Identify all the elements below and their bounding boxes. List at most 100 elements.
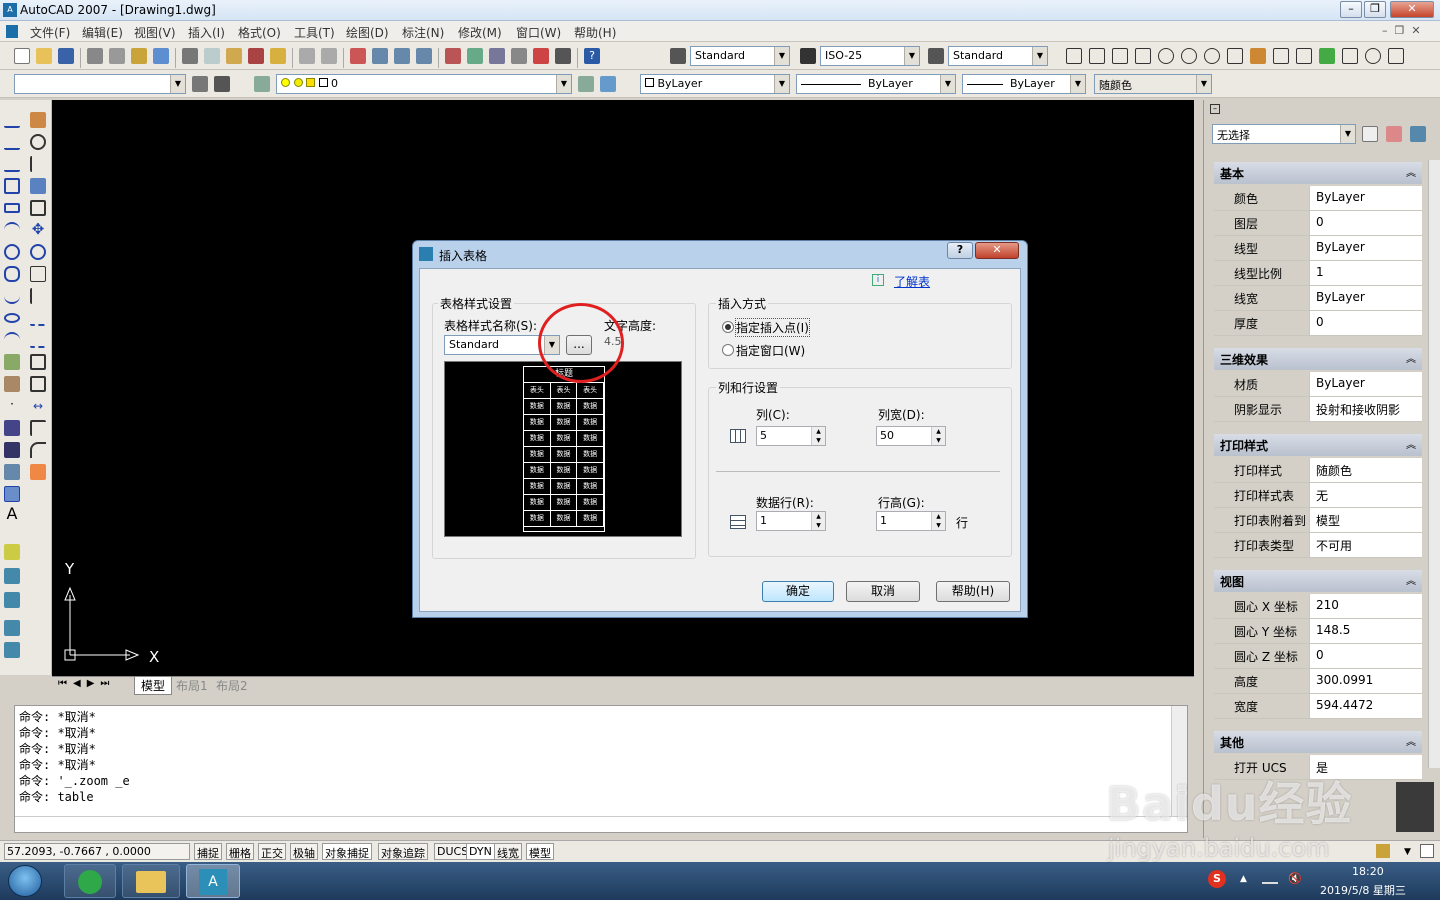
explode-icon[interactable]	[30, 464, 46, 480]
mtext-icon[interactable]: A	[4, 506, 20, 522]
menu-insert[interactable]: 插入(I)	[188, 24, 225, 41]
property-value[interactable]: ByLayer	[1310, 372, 1422, 396]
minimize-button[interactable]: –	[1340, 1, 1362, 18]
collapse-icon[interactable]: ︽	[1406, 733, 1416, 748]
lock-icon[interactable]	[1376, 844, 1390, 858]
properties-icon[interactable]	[445, 48, 461, 64]
property-row[interactable]: 线宽 ByLayer	[1214, 286, 1422, 311]
snap-toggle[interactable]: 捕捉	[194, 843, 222, 860]
property-row[interactable]: 厚度 0	[1214, 311, 1422, 336]
region-icon[interactable]	[4, 464, 20, 480]
cancel-button[interactable]: 取消	[846, 581, 920, 602]
lineweight-toggle[interactable]: 线宽	[494, 843, 522, 860]
help-icon[interactable]: ?	[584, 48, 600, 64]
erase-icon[interactable]	[30, 112, 46, 128]
restore-button[interactable]: ❐	[1364, 1, 1386, 18]
layer-current-icon[interactable]	[578, 76, 594, 92]
dim-jogged-icon[interactable]	[1181, 48, 1197, 64]
network-icon[interactable]	[1262, 872, 1278, 884]
offset-icon[interactable]	[30, 178, 46, 194]
center-mark-icon[interactable]	[1365, 48, 1381, 64]
property-row[interactable]: 打印表附着到 模型	[1214, 508, 1422, 533]
layer-manager-icon[interactable]	[254, 76, 270, 92]
polar-toggle[interactable]: 极轴	[290, 843, 318, 860]
point-icon[interactable]: ·	[4, 398, 20, 414]
insert-window-radio[interactable]	[722, 344, 734, 356]
toggle-pickadd-icon[interactable]	[1362, 126, 1378, 142]
trim-icon[interactable]	[30, 310, 46, 326]
close-button[interactable]: ✕	[1390, 1, 1434, 18]
dim-arc-icon[interactable]	[1112, 48, 1128, 64]
property-row[interactable]: 高度 300.0991	[1214, 669, 1422, 694]
tab-model[interactable]: 模型	[134, 677, 173, 695]
property-row[interactable]: 圆心 Y 坐标 148.5	[1214, 619, 1422, 644]
arc-icon[interactable]	[4, 222, 20, 238]
taskbar-app-browser[interactable]	[64, 864, 116, 898]
app-icon[interactable]: A	[3, 3, 17, 17]
matchprop-icon[interactable]	[248, 48, 264, 64]
zoom-window-icon[interactable]	[394, 48, 410, 64]
toolpalettes-icon[interactable]	[489, 48, 505, 64]
property-value[interactable]: 594.4472	[1310, 694, 1422, 718]
insert-point-label[interactable]: 指定插入点(I)	[735, 318, 810, 337]
property-value[interactable]: 0	[1310, 644, 1422, 668]
ortho-toggle[interactable]: 正交	[258, 843, 286, 860]
select-objects-icon[interactable]	[1386, 126, 1402, 142]
property-value[interactable]: 随颜色	[1310, 458, 1422, 482]
dyn-toggle[interactable]: DYN	[466, 843, 495, 860]
insert-block-icon[interactable]	[4, 354, 20, 370]
dialog-help-button[interactable]: ?	[947, 242, 973, 259]
property-row[interactable]: 宽度 594.4472	[1214, 694, 1422, 719]
list-icon[interactable]	[4, 620, 20, 636]
property-value[interactable]: 1	[1310, 261, 1422, 285]
property-value[interactable]: 210	[1310, 594, 1422, 618]
linetype-select[interactable]: ByLayer ▼	[796, 74, 956, 94]
spline-icon[interactable]	[4, 288, 20, 304]
hatch-icon[interactable]	[4, 420, 20, 436]
doc-icon[interactable]	[6, 25, 18, 38]
lineweight-select[interactable]: ByLayer ▼	[962, 74, 1086, 94]
join-icon[interactable]: ↔	[30, 398, 46, 414]
section-header[interactable]: 三维效果 ︽	[1214, 348, 1422, 370]
table-icon[interactable]	[4, 486, 20, 502]
palette-scrollbar[interactable]	[1428, 160, 1440, 768]
color-select[interactable]: ByLayer ▼	[640, 74, 790, 94]
grid-toggle[interactable]: 栅格	[226, 843, 254, 860]
insert-point-radio[interactable]	[722, 321, 734, 333]
dim-baseline-icon[interactable]	[1273, 48, 1289, 64]
clock-date[interactable]: 2019/5/8 星期三	[1320, 882, 1406, 898]
ok-button[interactable]: 确定	[762, 581, 834, 602]
break-icon[interactable]	[30, 376, 46, 392]
menu-file[interactable]: 文件(F)	[30, 24, 70, 41]
dim-style-select[interactable]: ISO-25 ▼	[820, 46, 920, 66]
collapse-icon[interactable]: ︽	[1406, 350, 1416, 365]
columns-spinner[interactable]: 5 ▲ ▼	[756, 426, 826, 446]
table-style-select[interactable]: Standard ▼	[948, 46, 1048, 66]
property-value[interactable]: 0	[1310, 311, 1422, 335]
make-block-icon[interactable]	[4, 376, 20, 392]
row-height-spinner[interactable]: 1 ▲ ▼	[876, 511, 946, 531]
text-style-icon[interactable]	[670, 48, 686, 64]
learn-table-link[interactable]: 了解表	[894, 273, 930, 290]
palette-close-icon[interactable]: –	[1210, 104, 1220, 114]
move-icon[interactable]: ✥	[30, 222, 46, 238]
menu-modify[interactable]: 修改(M)	[458, 24, 502, 41]
mirror-icon[interactable]	[30, 156, 46, 172]
tray-expand-icon[interactable]: ▲	[1240, 874, 1247, 884]
3dprint-icon[interactable]	[153, 48, 169, 64]
property-row[interactable]: 材质 ByLayer	[1214, 372, 1422, 397]
property-value[interactable]: 投射和接收阴影	[1310, 397, 1422, 421]
save-icon[interactable]	[58, 48, 74, 64]
stretch-icon[interactable]	[30, 288, 46, 304]
break-point-icon[interactable]	[30, 354, 46, 370]
open-icon[interactable]	[36, 48, 52, 64]
preview-icon[interactable]	[109, 48, 125, 64]
property-value[interactable]: 148.5	[1310, 619, 1422, 643]
property-row[interactable]: 打印样式表无	[1214, 483, 1422, 508]
collapse-icon[interactable]: ︽	[1406, 436, 1416, 451]
dist-icon[interactable]	[4, 544, 20, 560]
area-icon[interactable]	[4, 568, 20, 584]
workspace-select[interactable]: ▼	[14, 74, 186, 94]
property-value[interactable]: ByLayer	[1310, 186, 1422, 210]
workspace-save-icon[interactable]	[214, 76, 230, 92]
